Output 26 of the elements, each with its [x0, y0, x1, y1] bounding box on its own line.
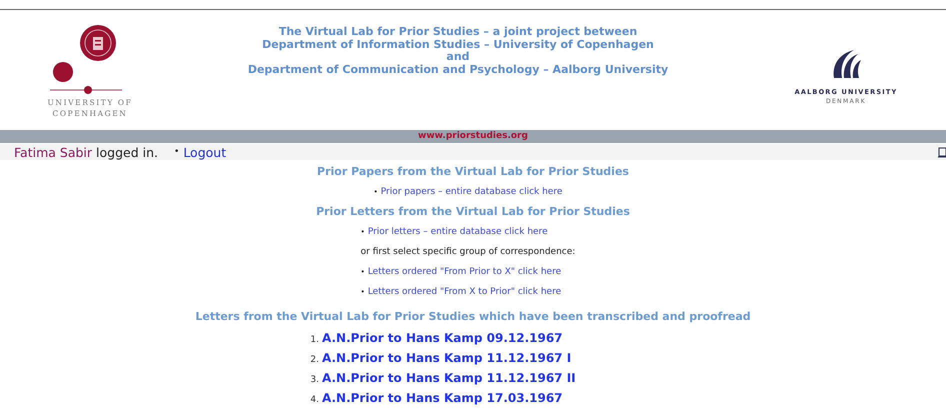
- database-link[interactable]: Letters ordered "From X to Prior" click here: [368, 287, 562, 297]
- letter-link[interactable]: A.N.Prior to Hans Kamp 09.12.1967: [322, 331, 563, 345]
- project-title-line: Department of Information Studies – University of Copenhagen: [261, 38, 655, 51]
- list-number: 4.: [310, 395, 319, 405]
- project-title-line: and: [445, 51, 471, 64]
- section-heading: Letters from the Virtual Lab for Prior Studies which have been transcribed and proofread: [194, 309, 752, 325]
- project-title-line: Department of Communication and Psychology – Aalborg University: [246, 64, 670, 76]
- list-number: 3.: [310, 375, 319, 385]
- project-title-line: The Virtual Lab for Prior Studies – a joint project between: [278, 26, 638, 38]
- database-link[interactable]: Letters ordered "From Prior to X" click here: [368, 267, 562, 277]
- website-address: www.priorstudies.org: [418, 131, 528, 141]
- instruction-text: or first select specific group of correspondence:: [360, 247, 576, 257]
- list-number: 2.: [310, 355, 319, 365]
- list-number: 1.: [310, 335, 319, 345]
- user-name: Fatima Sabir: [14, 144, 92, 160]
- section-heading: Prior Papers from the Virtual Lab for Prior Studies: [316, 164, 630, 180]
- login-status: logged in.: [96, 144, 158, 160]
- section-heading: Prior Letters from the Virtual Lab for Prior Studies: [315, 204, 631, 220]
- letter-link[interactable]: A.N.Prior to Hans Kamp 11.12.1967 II: [322, 371, 576, 385]
- letter-link[interactable]: A.N.Prior to Hans Kamp 17.03.1967: [322, 391, 563, 405]
- printer-icon[interactable]: [938, 147, 946, 159]
- letter-link[interactable]: A.N.Prior to Hans Kamp 11.12.1967 I: [322, 351, 572, 365]
- logout-link[interactable]: Logout: [183, 144, 226, 160]
- bullet: •: [174, 147, 180, 157]
- database-link[interactable]: Prior papers – entire database click here: [380, 187, 562, 197]
- database-link[interactable]: Prior letters – entire database click here: [368, 227, 548, 237]
